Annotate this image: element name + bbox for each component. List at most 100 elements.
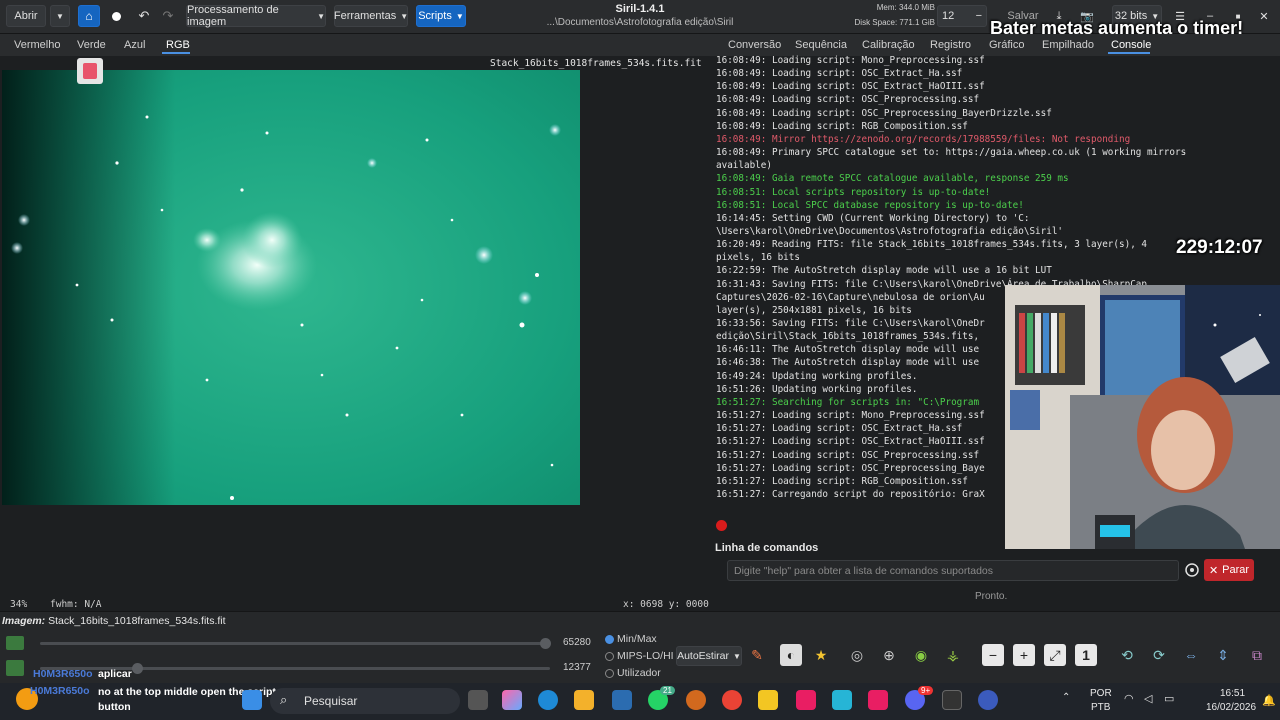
console-line: 16:46:38: The AutoStretch display mode w… [716,357,980,369]
zoom-in-icon[interactable]: + [1013,644,1035,666]
tab-green[interactable]: Verde [77,39,106,51]
console-line: 16:33:56: Saving FITS: file C:\Users\kar… [716,318,985,329]
console-line: 16:14:45: Setting CWD (Current Working D… [716,212,1030,224]
active-tab-indicator [1108,52,1150,54]
tab-console[interactable]: Console [1111,39,1151,51]
start-icon[interactable] [242,690,262,710]
tab-calibration[interactable]: Calibração [862,39,915,51]
image-processing-menu[interactable]: Processamento de imagem ▼ [186,4,326,28]
astrometry-icon[interactable]: ⚶ [942,644,964,666]
notification-icon[interactable]: 🔔 [1262,694,1276,707]
console-line: 16:08:49: Loading script: OSC_Preprocess… [716,107,1052,119]
crosshair-icon[interactable] [1184,562,1200,578]
volume-icon[interactable]: ◁ [1144,692,1152,705]
chrome-icon[interactable] [722,690,742,710]
close-icon: ✕ [1259,10,1269,23]
task-view-icon[interactable] [468,690,488,710]
search-label: Pesquisar [304,694,358,708]
home-button[interactable]: ⌂ [78,5,100,27]
low-slider-knob[interactable] [132,663,143,674]
chevron-up-icon[interactable]: ⌃ [1062,692,1070,703]
zoom-one-icon[interactable]: 1 [1075,644,1097,666]
radio-mips-label: MIPS-LO/HI [617,650,674,662]
color-icon[interactable]: ✎ [746,644,768,666]
scripts-label: Scripts [418,10,452,22]
app-pink-icon[interactable] [796,690,816,710]
terminal-icon[interactable] [942,690,962,710]
tab-conversion[interactable]: Conversão [728,39,781,51]
flip-horizontal-icon[interactable]: ⇔ [1180,644,1202,666]
histogram-icon[interactable] [6,636,24,650]
copilot-icon[interactable] [502,690,522,710]
record-button[interactable] [106,5,126,27]
high-slider-knob[interactable] [540,638,551,649]
tab-plot[interactable]: Gráfico [989,39,1024,51]
open-dropdown-button[interactable]: ▼ [50,5,70,27]
undo-button[interactable]: ↶ [134,5,154,27]
wifi-icon[interactable]: ◠ [1124,692,1134,705]
app-icon[interactable] [612,690,632,710]
minus-icon: − [975,10,982,22]
tab-blue[interactable]: Azul [124,39,145,51]
clock-time[interactable]: 16:51 [1220,688,1245,699]
thread-stepper[interactable]: 12 − [937,5,987,27]
taskbar-search[interactable]: Pesquisar [270,688,460,714]
keyboard-language[interactable]: POR [1090,688,1112,699]
console-line: 16:51:27: Carregando script do repositór… [716,488,985,500]
scripts-menu[interactable]: Scripts ▼ [416,5,466,27]
tab-stacking[interactable]: Empilhado [1042,39,1094,51]
nebula-image[interactable] [2,70,580,505]
sharpcap-icon[interactable] [832,690,852,710]
console-line: 16:51:27: Loading script: OSC_Extract_Ha… [716,423,963,435]
tab-red[interactable]: Vermelho [14,39,60,51]
console-line: 16:08:49: Gaia remote SPCC catalogue ava… [716,173,1069,185]
close-button[interactable]: ✕ [1254,5,1274,27]
battery-icon[interactable]: ▭ [1164,692,1174,705]
redo-button[interactable]: ↷ [158,5,178,27]
globe-icon[interactable]: ⊕ [878,644,900,666]
clock-date[interactable]: 16/02/2026 [1206,702,1256,713]
console-line: 16:51:27: Loading script: OSC_Extract_Ha… [716,436,985,448]
edge-icon[interactable] [538,690,558,710]
zoom-out-icon[interactable]: − [982,644,1004,666]
console-line: 16:08:49: Mirror https://zenodo.org/reco… [716,133,1131,145]
star-icon[interactable]: ★ [810,644,832,666]
image-label-name: Stack_16bits_1018frames_534s.fits.fit [48,615,226,627]
autostretch-select[interactable]: AutoEstirar ▼ [676,646,742,666]
chat-username: H0M3R650o [33,668,93,680]
rotate-right-icon[interactable]: ⟳ [1148,644,1170,666]
siril-icon[interactable] [978,690,998,710]
command-line-label: Linha de comandos [715,542,819,554]
fwhm-readout: fwhm: N/A [50,599,102,610]
stop-button[interactable]: ✕ Parar [1204,559,1254,581]
store-icon[interactable] [574,690,594,710]
app-pink-icon[interactable] [868,690,888,710]
display-mode-icon[interactable] [6,660,24,676]
open-button[interactable]: Abrir [6,5,46,27]
flip-vertical-icon[interactable]: ⇕ [1212,644,1234,666]
command-input[interactable] [727,560,1179,581]
radio-user[interactable]: Utilizador [605,667,661,679]
photometry-icon[interactable]: ◎ [846,644,868,666]
mirror-icon[interactable]: ⧉ [1246,644,1268,666]
radio-mips[interactable]: MIPS-LO/HI [605,650,674,662]
webcam-overlay [1005,285,1280,549]
tab-registration[interactable]: Registro [930,39,971,51]
origin-icon[interactable] [686,690,706,710]
console-line: 16:08:49: Loading script: Mono_Preproces… [716,55,985,66]
target-icon[interactable]: ◉ [910,644,932,666]
rotate-left-icon[interactable]: ⟲ [1116,644,1138,666]
image-info-button[interactable] [77,58,103,84]
keyboard-layout[interactable]: PTB [1091,702,1110,713]
console-line: \Users\karol\OneDrive\Documentos\Astrofo… [716,225,1064,237]
invert-icon[interactable]: ◐ [780,644,802,666]
tab-sequence[interactable]: Sequência [795,39,847,51]
console-line: edição\Siril\Stack_16bits_1018frames_534… [716,331,980,343]
tab-rgb[interactable]: RGB [166,39,190,51]
radio-minmax[interactable]: Min/Max [605,633,657,645]
zoom-fit-icon[interactable]: ⤢ [1044,644,1066,666]
tools-menu[interactable]: Ferramentas ▼ [334,5,408,27]
folder-icon[interactable] [758,690,778,710]
high-slider[interactable] [40,642,550,645]
image-label-prefix: Imagem: [2,615,46,627]
